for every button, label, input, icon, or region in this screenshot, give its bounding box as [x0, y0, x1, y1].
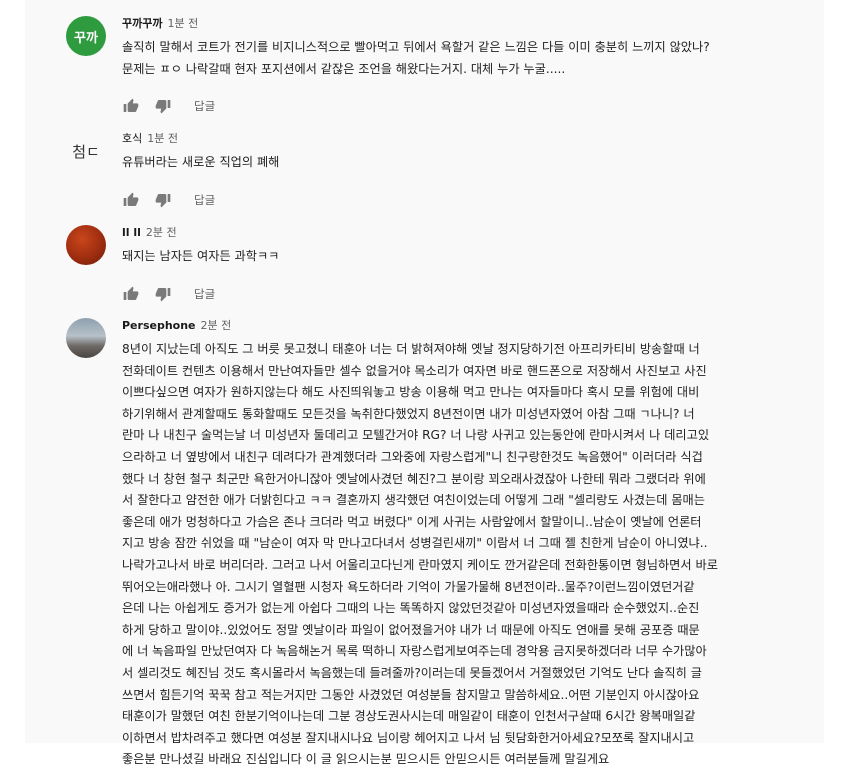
comment-body: ll ll 2분 전 돼지는 남자든 여자든 과학ㅋㅋ 답글 — [122, 225, 826, 303]
like-icon[interactable] — [122, 285, 140, 303]
comment-line: 이하면서 밥차려주고 했다면 여성분 잘지내시나요 님이랑 헤어지고 나서 님 … — [122, 730, 695, 745]
comment-text: 솔직히 말해서 코트가 전기를 비지니스적으로 빨아먹고 뒤에서 욕할거 같은 … — [122, 37, 826, 80]
comment-text: 돼지는 남자든 여자든 과학ㅋㅋ — [122, 246, 826, 268]
comment-time[interactable]: 1분 전 — [147, 132, 178, 145]
comment-line: 은데 나는 아쉽게도 증거가 없는게 아쉽다 그때의 나는 똑똑하지 않았던것같… — [122, 601, 700, 616]
comment-line: 나락가고나서 바로 버리더라. 그러고 나서 어울리고다닌게 란마였지 케이도 … — [122, 557, 718, 572]
comment-body: 꾸까꾸까 1분 전 솔직히 말해서 코트가 전기를 비지니스적으로 빨아먹고 뒤에… — [122, 16, 826, 115]
comment-line: 지고 방송 잠깐 쉬었을 때 "남순이 여자 막 만나고다녀서 성병걸린새끼" … — [122, 536, 708, 551]
comment-line: 문제는 ㅍㅇ 나락갈때 현자 포지션에서 같잖은 조언을 해왔다는거지. 대체 … — [122, 61, 566, 76]
comment-line: 으라하고 너 옆방에서 내친구 데려다가 관계했더라 그와중에 자랑스럽게"니 … — [122, 449, 703, 464]
reply-button[interactable]: 답글 — [194, 98, 215, 114]
avatar[interactable] — [66, 318, 106, 358]
reply-button[interactable]: 답글 — [194, 192, 215, 208]
comment-line: 솔직히 말해서 코트가 전기를 비지니스적으로 빨아먹고 뒤에서 욕할거 같은 … — [122, 40, 710, 54]
comment-time[interactable]: 2분 전 — [146, 226, 177, 239]
comment-author[interactable]: ll ll — [122, 226, 141, 239]
avatar[interactable]: 첨ㄷ — [66, 131, 106, 171]
avatar[interactable] — [66, 225, 106, 265]
comment-time[interactable]: 2분 전 — [201, 319, 232, 332]
comment-text: 유튜버라는 새로운 직업의 폐해 — [122, 152, 826, 174]
comment-line: 돼지는 남자든 여자든 과학ㅋㅋ — [122, 249, 280, 263]
comment-actions: 답글 — [122, 191, 826, 209]
comment-line: 했다 너 창현 철구 최군만 욕한거아니잖아 옛날에사겼던 혜진?그 분이랑 꾀… — [122, 471, 706, 486]
comment-line: 서 잘한다고 얌전한 애가 더밝힌다고 ㅋㅋ 결혼까지 생각했던 여친이었는데 … — [122, 493, 705, 508]
like-icon[interactable] — [122, 191, 140, 209]
comment-line: 8년이 지났는데 아직도 그 버릇 못고쳤니 태훈아 너는 더 밝혀져야해 옛날… — [122, 342, 700, 356]
comment-line: 전화데이트 컨텐츠 이용해서 만난여자들만 셀수 없을거야 목소리가 여자면 바… — [122, 363, 707, 378]
comment-line: 유튜버라는 새로운 직업의 폐해 — [122, 155, 280, 169]
avatar-text: 꾸까 — [74, 30, 98, 46]
comment-text: 8년이 지났는데 아직도 그 버릇 못고쳤니 태훈아 너는 더 밝혀져야해 옛날… — [122, 339, 826, 771]
comment-line: 란마 나 내친구 술먹는날 너 미성년자 둘데리고 모텔간거야 RG? 너 나랑… — [122, 428, 710, 443]
comment-author[interactable]: 호식 — [122, 132, 142, 145]
dislike-icon[interactable] — [154, 97, 172, 115]
comment-body: 호식 1분 전 유튜버라는 새로운 직업의 폐해 답글 — [122, 131, 826, 209]
comment-line: 이쁘다싶으면 여자가 원하지않는다 해도 사진띄워놓고 방송 이용해 먹고 만나… — [122, 385, 700, 400]
comment-line: 에 너 녹음파일 만났던여자 다 녹음해논거 목록 떡하니 자랑스럽게보여주는데… — [122, 644, 707, 659]
comments-panel: 꾸까 꾸까꾸까 1분 전 솔직히 말해서 코트가 전기를 비지니스적으로 빨아먹고… — [25, 0, 826, 766]
comment-meta: ll ll 2분 전 — [122, 225, 826, 241]
comment-line: 하게 당하고 말이야..있었어도 정말 옛날이라 파일이 없어졌을거야 내가 너… — [122, 622, 700, 637]
comment-line: 좋은분 만나셨길 바래요 진심입니다 이 글 읽으시는분 믿으시든 안믿으시든 … — [122, 752, 610, 767]
dislike-icon[interactable] — [154, 285, 172, 303]
comment-meta: Persephone 2분 전 — [122, 318, 826, 334]
comment-line: 태훈이가 말했던 여친 한분기억이나는데 그분 경상도권사시는데 매일같이 태훈… — [122, 709, 696, 724]
comment-line: 좋은데 애가 멍청하다고 가슴은 존나 크더라 먹고 버렸다" 이게 사귀는 사… — [122, 514, 702, 529]
comment-author[interactable]: Persephone — [122, 319, 196, 332]
avatar-text: 첨ㄷ — [72, 142, 100, 161]
comment-line: 뛰어오는애라했나 아. 그시기 열혈팬 시청자 욕도하더라 기억이 가물가물해 … — [122, 579, 695, 594]
comment-line: 서 셀리것도 혜진님 것도 혹시몰라서 녹음했는데 들려줄까?이러는데 못들겠어… — [122, 665, 702, 680]
dislike-icon[interactable] — [154, 191, 172, 209]
comment-body: Persephone 2분 전 8년이 지났는데 아직도 그 버릇 못고쳤니 태훈… — [122, 318, 826, 771]
comment-line: 쓰면서 힘든기억 꾹꾹 참고 적는거지만 그동안 사겼었던 여성분들 참지말고 … — [122, 687, 700, 702]
comment-actions: 답글 — [122, 97, 826, 115]
comment-line: 하기위해서 관계할때도 통화할때도 모든것을 녹취한다했었지 8년전이면 내가 … — [122, 406, 695, 421]
comment-meta: 호식 1분 전 — [122, 131, 826, 147]
comment-meta: 꾸까꾸까 1분 전 — [122, 16, 826, 32]
comment-actions: 답글 — [122, 285, 826, 303]
comment-time[interactable]: 1분 전 — [167, 17, 198, 30]
avatar[interactable]: 꾸까 — [66, 16, 106, 56]
like-icon[interactable] — [122, 97, 140, 115]
comment-author[interactable]: 꾸까꾸까 — [122, 17, 162, 30]
reply-button[interactable]: 답글 — [194, 286, 215, 302]
